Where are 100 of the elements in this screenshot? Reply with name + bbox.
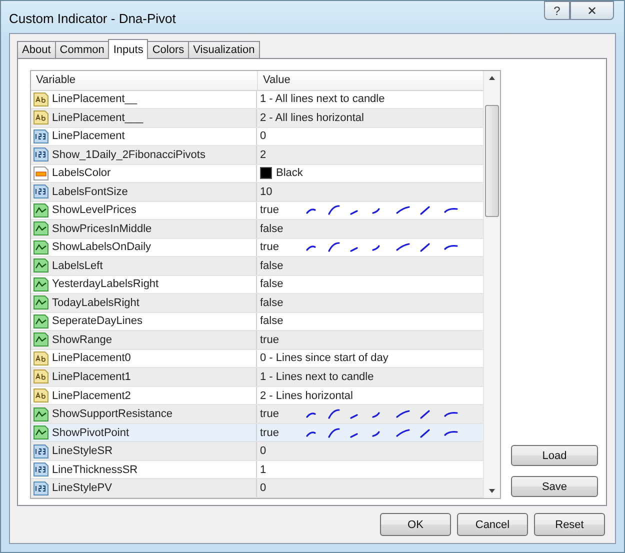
text-type-icon xyxy=(33,369,49,384)
table-row[interactable]: ShowRange true xyxy=(31,331,483,350)
text-type-icon xyxy=(33,110,49,126)
table-row[interactable]: LineThicknessSR 1 xyxy=(31,460,483,480)
table-row[interactable]: LinePlacement 0 xyxy=(31,128,483,146)
value-cell: 0 xyxy=(260,130,266,142)
variable-cell: LinePlacement___ xyxy=(52,112,144,124)
value-cell: 2 - All lines horizontal xyxy=(260,112,364,124)
dialog-button[interactable]: OK xyxy=(380,513,451,536)
variable-cell: ShowPivotPoint xyxy=(52,426,130,439)
column-header[interactable]: Variable xyxy=(31,71,258,90)
variable-cell: LabelsFontSize xyxy=(52,186,128,198)
close-button[interactable]: ✕ xyxy=(570,1,614,20)
tab[interactable]: Inputs xyxy=(108,39,148,59)
vertical-scrollbar[interactable] xyxy=(483,71,500,498)
value-cell: false xyxy=(260,222,284,235)
table-row[interactable]: LabelsFontSize 10 xyxy=(31,183,483,202)
number-type-icon xyxy=(33,128,49,144)
chart-type-icon xyxy=(33,240,49,255)
table-row[interactable]: LineStylePV 0 xyxy=(31,479,483,498)
text-type-icon xyxy=(33,350,49,366)
value-cell: Black xyxy=(276,167,303,180)
chart-type-icon xyxy=(33,202,49,218)
tab[interactable]: Visualization xyxy=(188,41,260,58)
number-type-icon xyxy=(33,184,49,200)
variable-cell: ShowSupportResistance xyxy=(52,408,172,420)
value-cell: 10 xyxy=(260,186,272,198)
value-cell: false xyxy=(260,278,284,290)
value-cell: true xyxy=(260,334,279,346)
tab[interactable]: Colors xyxy=(147,41,190,58)
table-row[interactable]: ShowPivotPoint true xyxy=(31,424,483,442)
variable-cell: ShowPricesInMiddle xyxy=(52,222,152,235)
variable-cell: ShowRange xyxy=(52,334,112,346)
value-cell: true xyxy=(260,408,279,420)
table-row[interactable]: LinePlacement1 1 - Lines next to candle xyxy=(31,368,483,387)
table-row[interactable]: LineStyleSR 0 xyxy=(31,442,483,461)
value-cell: false xyxy=(260,260,284,272)
dialog-button[interactable]: Reset xyxy=(534,513,605,536)
text-type-icon xyxy=(33,92,49,107)
table-row[interactable]: Show_1Daily_2FibonacciPivots 2 xyxy=(31,146,483,165)
table-row[interactable]: LinePlacement0 0 - Lines since start of day xyxy=(31,350,483,368)
number-type-icon xyxy=(33,444,49,459)
table-row[interactable]: SeperateDayLines false xyxy=(31,312,483,332)
chart-type-icon xyxy=(33,221,49,236)
variable-cell: YesterdayLabelsRight xyxy=(52,278,159,290)
value-cell: 1 - All lines next to candle xyxy=(260,93,385,106)
variable-cell: LabelsLeft xyxy=(52,260,103,272)
variable-cell: LineStyleSR xyxy=(52,445,113,458)
variable-cell: LineThicknessSR xyxy=(52,464,138,476)
value-cell: false xyxy=(260,315,284,328)
palette-type-icon xyxy=(33,166,49,181)
variable-cell: LinePlacement2 xyxy=(52,390,131,402)
chart-type-icon xyxy=(33,258,49,274)
number-type-icon xyxy=(33,480,49,496)
chart-type-icon xyxy=(33,425,49,440)
table-row[interactable]: ShowSupportResistance true xyxy=(31,405,483,424)
value-cell: 0 - Lines since start of day xyxy=(260,352,388,364)
variable-cell: LinePlacement0 xyxy=(52,352,131,364)
table-row[interactable]: LinePlacement2 2 - Lines horizontal xyxy=(31,386,483,406)
column-header[interactable]: Value xyxy=(258,71,290,90)
scroll-thumb[interactable] xyxy=(485,105,499,217)
chart-type-icon xyxy=(33,276,49,292)
table-row[interactable]: ShowLabelsOnDaily true xyxy=(31,238,483,258)
variable-cell: LineStylePV xyxy=(52,482,112,494)
value-cell: false xyxy=(260,296,284,309)
tab[interactable]: About xyxy=(17,41,56,58)
variable-cell: ShowLevelPrices xyxy=(52,204,136,216)
table-row[interactable]: LinePlacement__ 1 - All lines next to candle xyxy=(31,90,483,110)
help-button[interactable]: ? xyxy=(544,1,570,20)
text-type-icon xyxy=(33,388,49,403)
chart-type-icon xyxy=(33,314,49,329)
table-row[interactable]: TodayLabelsRight false xyxy=(31,294,483,313)
side-button[interactable]: Load xyxy=(511,445,598,466)
table-row[interactable]: ShowLevelPrices true xyxy=(31,202,483,220)
variable-cell: LinePlacement1 xyxy=(52,370,131,383)
dialog-button[interactable]: Cancel xyxy=(457,513,528,536)
variable-cell: TodayLabelsRight xyxy=(52,296,140,309)
table-row[interactable]: YesterdayLabelsRight false xyxy=(31,276,483,294)
number-type-icon xyxy=(33,462,49,478)
chart-type-icon xyxy=(33,295,49,310)
chart-type-icon xyxy=(33,406,49,422)
table-row[interactable]: LinePlacement___ 2 - All lines horizontal xyxy=(31,109,483,128)
value-cell: true xyxy=(260,241,279,254)
value-cell: 2 - Lines horizontal xyxy=(260,390,353,402)
table-row[interactable]: LabelsLeft false xyxy=(31,257,483,276)
variable-cell: ShowLabelsOnDaily xyxy=(52,241,152,254)
value-cell: 0 xyxy=(260,445,266,458)
value-cell: 1 - Lines next to candle xyxy=(260,370,374,383)
value-cell: true xyxy=(260,426,279,439)
variable-cell: LinePlacement__ xyxy=(52,93,138,106)
table-row[interactable]: LabelsColor Black xyxy=(31,164,483,184)
value-cell: 0 xyxy=(260,482,266,494)
tab[interactable]: Common xyxy=(54,41,110,58)
side-button[interactable]: Save xyxy=(511,476,598,497)
window-title: Custom Indicator - Dna-Pivot xyxy=(9,11,176,26)
variable-cell: LabelsColor xyxy=(52,167,111,180)
table-row[interactable]: ShowPricesInMiddle false xyxy=(31,220,483,239)
chart-type-icon xyxy=(33,332,49,348)
value-cell: 2 xyxy=(260,148,266,161)
variable-cell: SeperateDayLines xyxy=(52,315,143,328)
